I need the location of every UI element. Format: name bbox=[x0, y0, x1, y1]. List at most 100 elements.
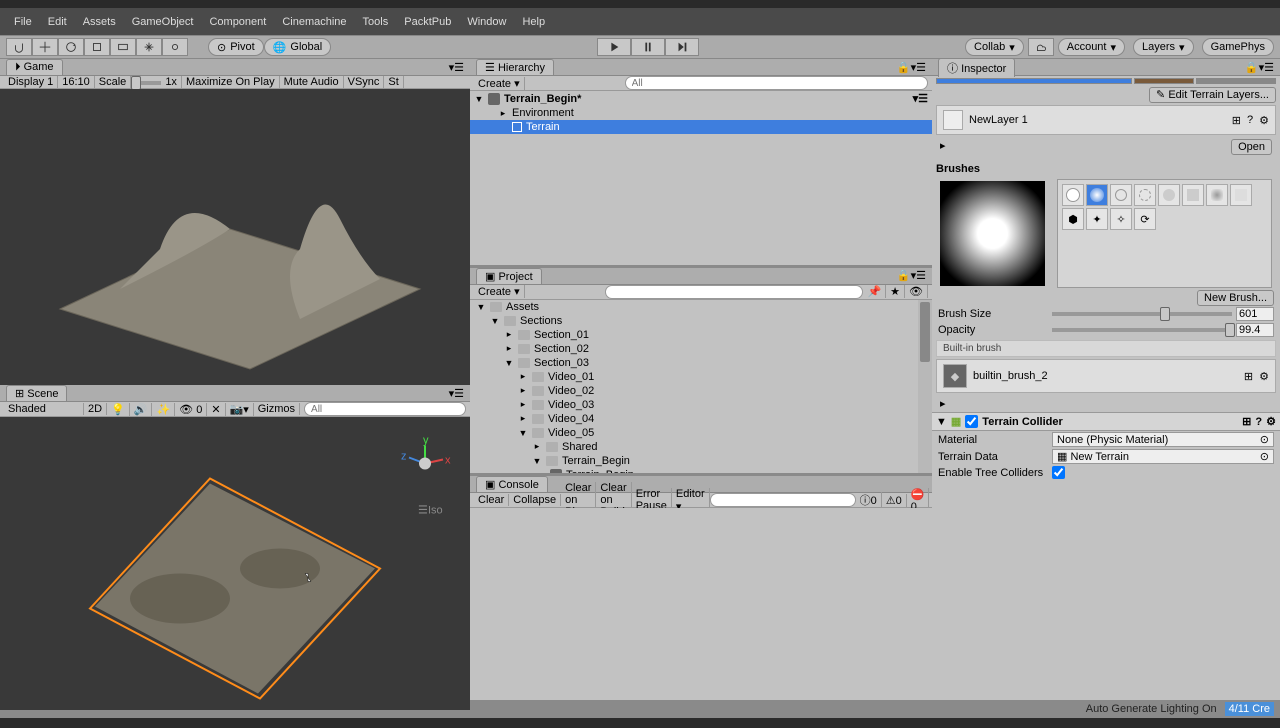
2d-toggle[interactable]: 2D bbox=[84, 403, 107, 415]
scale-tool[interactable] bbox=[84, 38, 110, 56]
section-folder[interactable]: ▼Section_03 bbox=[470, 356, 932, 370]
menu-assets[interactable]: Assets bbox=[75, 16, 124, 28]
menu-edit[interactable]: Edit bbox=[40, 16, 75, 28]
audio-icon[interactable]: 🔊 bbox=[130, 403, 153, 416]
brush-option[interactable]: ⬢ bbox=[1062, 208, 1084, 230]
close-icon[interactable]: ✕ bbox=[207, 403, 225, 416]
video-folder[interactable]: ▼Video_05 bbox=[470, 426, 932, 440]
pivot-toggle[interactable]: ⊙Pivot bbox=[208, 38, 264, 56]
scene-root[interactable]: ▼ Terrain_Begin* ▾☰ bbox=[470, 91, 932, 106]
menu-help[interactable]: Help bbox=[514, 16, 553, 28]
rect-tool[interactable] bbox=[110, 38, 136, 56]
hidden-icon[interactable]: 👁 bbox=[905, 285, 928, 298]
project-tab[interactable]: ▣ Project bbox=[476, 268, 542, 284]
lock-icon[interactable]: 🔒 bbox=[897, 269, 911, 282]
hierarchy-tree[interactable]: ▼ Terrain_Begin* ▾☰ ▸Environment Terrain bbox=[470, 91, 932, 265]
panel-menu-icon[interactable]: ▾☰ bbox=[911, 269, 926, 282]
preset-icon[interactable]: ⊞ bbox=[1242, 415, 1251, 428]
brush-option[interactable] bbox=[1062, 184, 1084, 206]
lock-icon[interactable]: 🔒 bbox=[1245, 61, 1259, 74]
scene-tab[interactable]: ⊞ Scene bbox=[6, 385, 67, 401]
component-enabled-checkbox[interactable] bbox=[965, 415, 978, 428]
menu-packtpub[interactable]: PacktPub bbox=[396, 16, 459, 28]
terrain-collider-header[interactable]: ▼ ▦ Terrain Collider ⊞ ? ⚙ bbox=[932, 412, 1280, 431]
hand-tool[interactable] bbox=[6, 38, 32, 56]
object-picker-icon[interactable]: ⊙ bbox=[1260, 433, 1269, 446]
menu-file[interactable]: File bbox=[6, 16, 40, 28]
brush-size-slider[interactable] bbox=[1052, 312, 1232, 316]
panel-menu-icon[interactable]: ▾☰ bbox=[449, 387, 464, 400]
panel-menu-icon[interactable]: ▾☰ bbox=[911, 61, 926, 74]
edit-terrain-layers-button[interactable]: ✎ Edit Terrain Layers... bbox=[1149, 87, 1276, 103]
collapse-toggle[interactable]: Collapse bbox=[509, 494, 561, 506]
fx-icon[interactable]: ✨ bbox=[152, 403, 175, 416]
collab-dropdown[interactable]: Collab▾ bbox=[965, 38, 1024, 56]
preset-icon[interactable]: ⊞ bbox=[1232, 114, 1241, 127]
expand-arrow[interactable]: ▸ bbox=[940, 398, 946, 410]
menu-gameobject[interactable]: GameObject bbox=[124, 16, 202, 28]
layers-dropdown[interactable]: Layers▾ bbox=[1133, 38, 1194, 56]
sections-folder[interactable]: ▼Sections bbox=[470, 314, 932, 328]
rotate-tool[interactable] bbox=[58, 38, 84, 56]
expand-arrow[interactable]: ▸ bbox=[940, 139, 946, 155]
custom-tool[interactable] bbox=[162, 38, 188, 56]
terrain-data-field[interactable]: ▦ New Terrain⊙ bbox=[1052, 449, 1274, 464]
help-icon[interactable]: ? bbox=[1247, 114, 1253, 126]
play-button[interactable] bbox=[597, 38, 631, 56]
opacity-field[interactable] bbox=[1236, 323, 1274, 337]
stats-toggle[interactable]: St bbox=[384, 76, 403, 88]
filter-icon[interactable]: 📌 bbox=[863, 285, 886, 298]
hierarchy-tab[interactable]: ☰ Hierarchy bbox=[476, 59, 554, 75]
favorite-icon[interactable]: ★ bbox=[886, 285, 905, 298]
step-button[interactable] bbox=[665, 38, 699, 56]
panel-menu-icon[interactable]: ▾☰ bbox=[449, 61, 464, 74]
assets-folder[interactable]: ▼Assets bbox=[470, 300, 932, 314]
create-dropdown[interactable]: Create ▾ bbox=[474, 77, 525, 90]
brush-option[interactable] bbox=[1158, 184, 1180, 206]
video-folder[interactable]: ▸Video_04 bbox=[470, 412, 932, 426]
terrain-layer-row[interactable]: NewLayer 1 ⊞ ? ⚙ bbox=[936, 105, 1276, 135]
mute-toggle[interactable]: Mute Audio bbox=[280, 76, 344, 88]
panel-menu-icon[interactable]: ▾☰ bbox=[1259, 61, 1274, 74]
console-search[interactable] bbox=[710, 493, 856, 507]
material-field[interactable]: None (Physic Material)⊙ bbox=[1052, 432, 1274, 447]
scene-search[interactable] bbox=[304, 402, 466, 416]
brush-option[interactable] bbox=[1110, 184, 1132, 206]
brush-option[interactable]: ⟳ bbox=[1134, 208, 1156, 230]
object-picker-icon[interactable]: ⊙ bbox=[1260, 450, 1269, 463]
video-folder[interactable]: ▸Video_01 bbox=[470, 370, 932, 384]
layout-dropdown[interactable]: GamePhys bbox=[1202, 38, 1274, 56]
inspector-tab[interactable]: ⓘ Inspector bbox=[938, 58, 1015, 77]
gizmos-dropdown[interactable]: Gizmos bbox=[254, 403, 300, 415]
shared-folder[interactable]: ▸Shared bbox=[470, 440, 932, 454]
brush-option[interactable]: ✧ bbox=[1110, 208, 1132, 230]
lighting-status[interactable]: Auto Generate Lighting On bbox=[1086, 703, 1217, 715]
menu-tools[interactable]: Tools bbox=[355, 16, 397, 28]
gear-icon[interactable]: ⚙ bbox=[1259, 114, 1269, 127]
scrollbar[interactable] bbox=[918, 300, 932, 474]
brush-size-field[interactable] bbox=[1236, 307, 1274, 321]
lock-icon[interactable]: 🔒 bbox=[897, 61, 911, 74]
game-tab[interactable]: ⏵ Game bbox=[6, 59, 63, 75]
menu-window[interactable]: Window bbox=[459, 16, 514, 28]
menu-cinemachine[interactable]: Cinemachine bbox=[274, 16, 354, 28]
brush-option[interactable] bbox=[1134, 184, 1156, 206]
hierarchy-item-terrain[interactable]: Terrain bbox=[470, 120, 932, 134]
brush-option[interactable] bbox=[1206, 184, 1228, 206]
brush-option[interactable] bbox=[1086, 184, 1108, 206]
scene-viewport[interactable]: x y z Iso ☰ bbox=[0, 417, 470, 710]
terrain-begin-scene[interactable]: Terrain_Begin bbox=[470, 468, 932, 474]
gear-icon[interactable]: ⚙ bbox=[1259, 370, 1269, 383]
transform-tool[interactable] bbox=[136, 38, 162, 56]
maximize-toggle[interactable]: Maximize On Play bbox=[182, 76, 280, 88]
info-count[interactable]: ⓘ0 bbox=[856, 492, 882, 508]
console-output[interactable] bbox=[470, 508, 932, 700]
menu-component[interactable]: Component bbox=[201, 16, 274, 28]
help-icon[interactable]: ? bbox=[1255, 416, 1262, 428]
game-viewport[interactable] bbox=[0, 89, 470, 385]
lighting-icon[interactable]: 💡 bbox=[107, 403, 130, 416]
console-tab[interactable]: ▣ Console bbox=[476, 476, 548, 492]
enable-tree-checkbox[interactable] bbox=[1052, 466, 1065, 479]
display-dropdown[interactable]: Display 1 bbox=[4, 76, 58, 88]
global-toggle[interactable]: 🌐Global bbox=[264, 38, 332, 56]
